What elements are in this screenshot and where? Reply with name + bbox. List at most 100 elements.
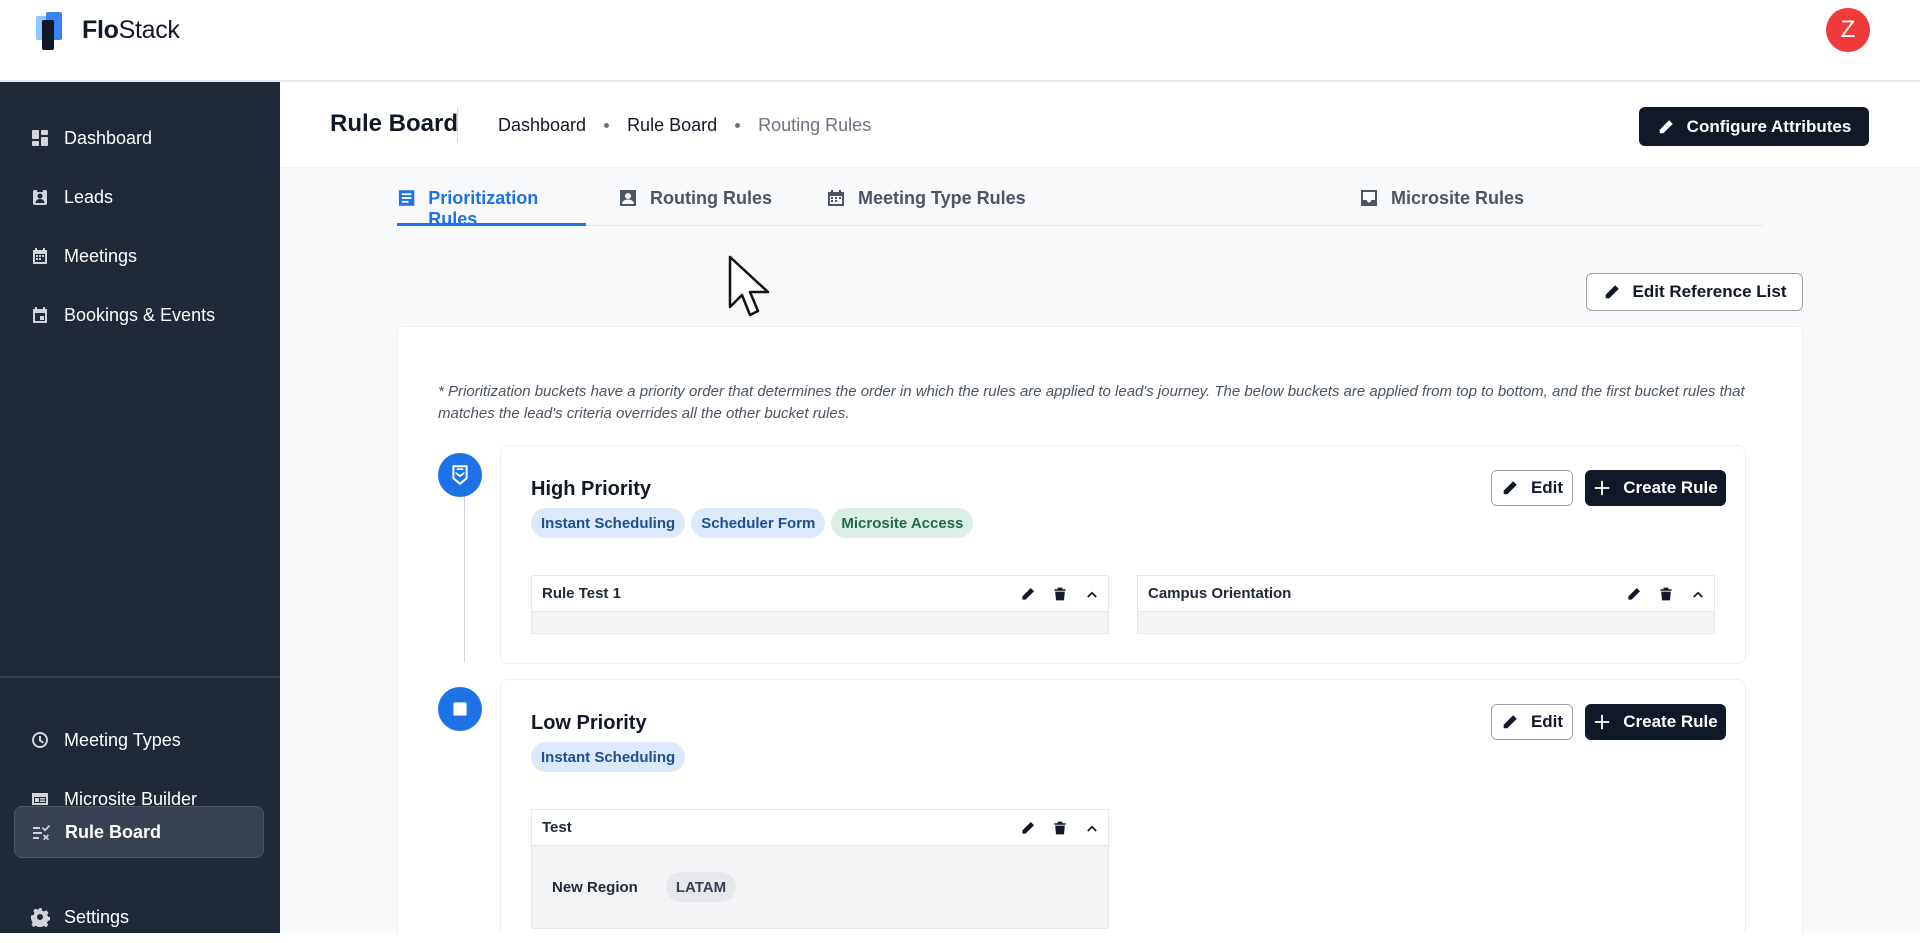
gear-icon: [30, 907, 50, 927]
sidebar-item-meetings[interactable]: Meetings: [14, 230, 264, 282]
high-priority-step-icon: [438, 453, 482, 497]
breadcrumb-separator: [604, 123, 610, 128]
rule-card: Campus Orientation: [1137, 575, 1715, 634]
breadcrumb-separator: [735, 123, 741, 128]
prioritization-card: * Prioritization buckets have a priority…: [397, 326, 1803, 933]
sidebar: Dashboard Leads Meetings Bookings & Even…: [0, 82, 280, 933]
bucket-title: High Priority: [531, 478, 652, 500]
rule-header[interactable]: Campus Orientation: [1138, 576, 1714, 612]
create-rule-button[interactable]: Create Rule: [1585, 470, 1726, 506]
tab-prioritization-rules[interactable]: Prioritization Rules: [397, 188, 586, 229]
prioritization-note: * Prioritization buckets have a priority…: [438, 383, 1745, 422]
breadcrumb-rule-board[interactable]: Rule Board: [627, 115, 717, 136]
chevron-up-icon[interactable]: [1084, 820, 1100, 836]
edit-bucket-button[interactable]: Edit: [1491, 470, 1573, 506]
sidebar-item-label: Meeting Types: [64, 729, 181, 750]
edit-pencil-icon[interactable]: [1020, 820, 1036, 836]
rule-condition-row: New Region LATAM: [532, 846, 1108, 928]
sidebar-item-settings[interactable]: Settings: [14, 891, 264, 943]
sidebar-item-label: Bookings & Events: [64, 304, 216, 325]
pencil-icon: [1503, 715, 1517, 729]
plus-icon: [1595, 714, 1610, 730]
breadcrumb-routing-rules: Routing Rules: [758, 115, 872, 135]
plus-icon: [1595, 480, 1610, 496]
logo-text: FloStack: [82, 15, 180, 44]
rule-name: Test: [542, 819, 572, 836]
main-content: Rule Board Dashboard Rule Board Routing …: [280, 82, 1920, 933]
rule-value-pill: LATAM: [665, 872, 737, 902]
rule-header[interactable]: Rule Test 1: [532, 576, 1108, 612]
calendar-icon: [828, 190, 844, 206]
calendar-icon: [30, 246, 50, 266]
trash-icon[interactable]: [1658, 586, 1674, 602]
trash-icon[interactable]: [1052, 586, 1068, 602]
dashboard-icon: [30, 128, 50, 148]
clock-icon: [30, 730, 50, 750]
tag-microsite-access: Microsite Access: [831, 508, 974, 538]
bucket-tags: Instant Scheduling Scheduler Form Micros…: [531, 508, 974, 538]
page-header: Rule Board Dashboard Rule Board Routing …: [280, 82, 1920, 168]
edit-label: Edit: [1530, 478, 1564, 497]
sidebar-item-label: Meetings: [64, 245, 138, 266]
breadcrumb-dashboard[interactable]: Dashboard: [498, 115, 586, 136]
create-rule-label: Create Rule: [1623, 712, 1718, 731]
tag-scheduler-form: Scheduler Form: [691, 508, 826, 538]
top-bar: FloStack Z: [0, 0, 1920, 82]
tab-microsite-rules[interactable]: Microsite Rules: [1359, 188, 1524, 226]
rule-name: Campus Orientation: [1148, 585, 1292, 602]
edit-bucket-button[interactable]: Edit: [1491, 704, 1573, 740]
leads-icon: [30, 187, 50, 207]
bucket-high-priority: High Priority Instant Scheduling Schedul…: [500, 445, 1746, 664]
low-priority-step-icon: [438, 687, 482, 731]
rule-header[interactable]: Test: [532, 810, 1108, 846]
tab-label: Meeting Type Rules: [858, 188, 1026, 208]
chevron-up-icon[interactable]: [1084, 586, 1100, 602]
breadcrumb: Dashboard Rule Board Routing Rules: [498, 115, 871, 136]
tab-label: Routing Rules: [650, 188, 772, 208]
edit-reference-list-button[interactable]: Edit Reference List: [1586, 273, 1803, 311]
sidebar-item-label: Rule Board: [65, 821, 162, 842]
edit-pencil-icon[interactable]: [1626, 586, 1642, 602]
logo-mark-icon: [36, 10, 74, 50]
sidebar-item-meeting-types[interactable]: Meeting Types: [14, 714, 264, 766]
sidebar-item-dashboard[interactable]: Dashboard: [14, 112, 264, 164]
page-title: Rule Board: [330, 110, 459, 137]
rule-name: Rule Test 1: [542, 585, 621, 602]
configure-attributes-label: Configure Attributes: [1686, 116, 1852, 136]
rules-icon: [31, 822, 51, 842]
timeline-line: [464, 477, 465, 662]
pencil-icon: [1659, 119, 1673, 133]
configure-attributes-button[interactable]: Configure Attributes: [1639, 107, 1869, 146]
rule-attribute: New Region: [552, 878, 638, 896]
create-rule-label: Create Rule: [1623, 478, 1718, 497]
sidebar-item-rule-board[interactable]: Rule Board: [14, 806, 264, 858]
chevron-up-icon[interactable]: [1690, 586, 1706, 602]
list-icon: [398, 190, 415, 206]
sidebar-item-leads[interactable]: Leads: [14, 171, 264, 223]
tab-meeting-type-rules[interactable]: Meeting Type Rules: [826, 188, 1026, 226]
tab-routing-rules[interactable]: Routing Rules: [618, 188, 772, 226]
edit-label: Edit: [1530, 712, 1564, 731]
tab-label: Prioritization Rules: [428, 188, 539, 229]
bucket-tags: Instant Scheduling: [531, 742, 686, 772]
flostack-logo[interactable]: FloStack: [36, 10, 180, 50]
inbox-icon: [1361, 190, 1377, 206]
sidebar-item-label: Dashboard: [64, 127, 153, 148]
mouse-cursor-icon: [728, 255, 770, 317]
pencil-icon: [1605, 285, 1619, 299]
tag-instant-scheduling: Instant Scheduling: [531, 742, 686, 772]
edit-reference-list-label: Edit Reference List: [1632, 282, 1787, 301]
rule-tabs: Prioritization Rules Routing Rules Meeti…: [397, 188, 1763, 229]
rule-card: Test New Region LATAM: [531, 809, 1109, 929]
user-avatar[interactable]: Z: [1826, 8, 1870, 52]
sidebar-item-label: Settings: [64, 906, 130, 927]
bucket-title: Low Priority: [531, 712, 647, 734]
create-rule-button[interactable]: Create Rule: [1585, 704, 1726, 740]
trash-icon[interactable]: [1052, 820, 1068, 836]
title-divider: [457, 108, 458, 142]
edit-pencil-icon[interactable]: [1020, 586, 1036, 602]
bucket-low-priority: Low Priority Instant Scheduling Edit Cre…: [500, 679, 1746, 933]
sidebar-item-bookings-events[interactable]: Bookings & Events: [14, 289, 264, 341]
event-icon: [30, 305, 50, 325]
pencil-icon: [1503, 481, 1517, 495]
